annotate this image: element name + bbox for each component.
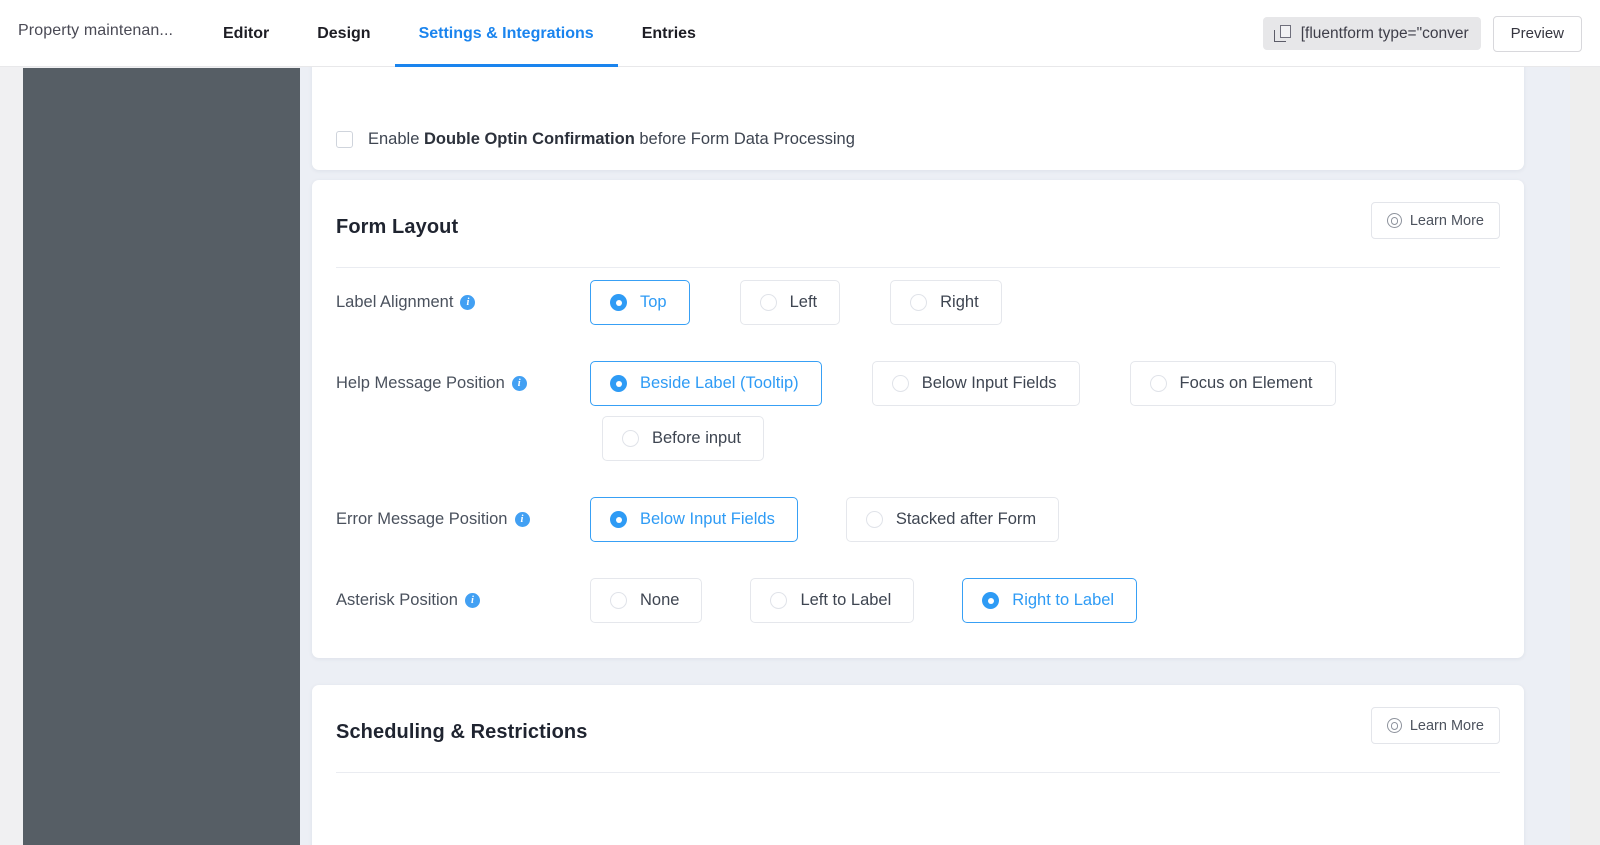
double-optin-label-suffix: before Form Data Processing: [634, 130, 855, 148]
radio-icon: [610, 375, 627, 392]
help-message-position-label: Help Message Position i: [336, 361, 590, 393]
double-optin-card: Enable Double Optin Confirmation before …: [312, 67, 1524, 170]
form-title: Property maintenan...: [18, 22, 174, 39]
option-label-alignment-top[interactable]: Top: [590, 280, 690, 325]
radio-icon: [1149, 375, 1167, 392]
scheduling-learn-more-button[interactable]: Learn More: [1370, 707, 1500, 744]
option-asterisk-right-to-label[interactable]: Right to Label: [962, 578, 1138, 623]
error-message-position-label-text: Error Message Position: [336, 510, 508, 528]
option-label: Right: [940, 293, 979, 311]
option-label: Below Input Fields: [640, 510, 775, 528]
label-alignment-options: Top Left Right: [590, 280, 1052, 335]
option-label: Below Input Fields: [921, 374, 1057, 392]
option-label: Focus on Element: [1179, 374, 1313, 392]
double-optin-label: Enable Double Optin Confirmation before …: [368, 130, 855, 149]
label-alignment-label-text: Label Alignment: [336, 293, 454, 311]
option-label: Top: [640, 293, 667, 311]
form-layout-card: Form Layout Learn More Label Alignment i: [312, 180, 1524, 658]
label-alignment-label: Label Alignment i: [336, 280, 590, 312]
main-tabs: Editor Design Settings & Integrations En…: [199, 0, 720, 67]
form-layout-learn-more-button[interactable]: Learn More: [1370, 202, 1500, 239]
radio-icon: [982, 592, 1000, 609]
setting-row-label-alignment: Label Alignment i Top Left Right: [336, 280, 1500, 335]
scheduling-title: Scheduling & Restrictions: [336, 721, 588, 743]
asterisk-position-options: None Left to Label Right to Label: [590, 578, 1185, 633]
page-body: Enable Double Optin Confirmation before …: [0, 67, 1600, 845]
info-icon[interactable]: i: [514, 512, 530, 527]
radio-icon: [610, 592, 627, 609]
scheduling-restrictions-card: Scheduling & Restrictions Learn More Max…: [312, 685, 1524, 845]
settings-content: Enable Double Optin Confirmation before …: [300, 67, 1570, 845]
double-optin-checkbox[interactable]: [336, 131, 353, 148]
scheduling-header: Scheduling & Restrictions Learn More: [336, 707, 1500, 773]
asterisk-position-label: Asterisk Position i: [336, 578, 590, 610]
info-icon[interactable]: i: [464, 593, 480, 608]
form-layout-settings: Label Alignment i Top Left Right Help Me…: [336, 280, 1500, 633]
radio-icon: [759, 294, 777, 311]
shortcode-field[interactable]: [fluentform type="conver: [1262, 17, 1481, 50]
radio-icon: [770, 592, 788, 609]
error-message-position-options: Below Input Fields Stacked after Form: [590, 497, 1107, 552]
right-rail: [1570, 67, 1600, 845]
option-label: Beside Label (Tooltip): [640, 374, 799, 392]
option-error-stacked-after-form[interactable]: Stacked after Form: [845, 497, 1060, 542]
radio-icon: [865, 511, 883, 528]
learn-more-label: Learn More: [1409, 212, 1484, 229]
option-help-beside-label[interactable]: Beside Label (Tooltip): [590, 361, 822, 406]
info-icon[interactable]: i: [460, 295, 476, 310]
top-bar: Property maintenan... Editor Design Sett…: [0, 0, 1600, 67]
asterisk-position-label-text: Asterisk Position: [336, 591, 458, 609]
option-label: Left to Label: [800, 591, 892, 609]
radio-icon: [910, 294, 928, 311]
help-message-position-label-text: Help Message Position: [336, 374, 505, 392]
double-optin-label-bold: Double Optin Confirmation: [423, 130, 635, 148]
radio-icon: [622, 430, 639, 447]
preview-button[interactable]: Preview: [1492, 15, 1582, 52]
option-error-below-input-fields[interactable]: Below Input Fields: [590, 497, 798, 542]
option-help-focus-on-element[interactable]: Focus on Element: [1129, 361, 1336, 406]
option-label-alignment-left[interactable]: Left: [739, 280, 841, 325]
tab-editor[interactable]: Editor: [199, 0, 293, 67]
top-bar-actions: [fluentform type="conver Preview: [1262, 0, 1582, 67]
tab-design[interactable]: Design: [293, 0, 394, 67]
lifebuoy-icon: [1386, 718, 1402, 733]
info-icon[interactable]: i: [511, 376, 527, 391]
option-help-before-input[interactable]: Before input: [602, 416, 764, 461]
setting-row-error-message-position: Error Message Position i Below Input Fie…: [336, 497, 1500, 552]
option-asterisk-left-to-label[interactable]: Left to Label: [750, 578, 915, 623]
form-layout-title: Form Layout: [336, 216, 459, 238]
option-help-below-input-fields[interactable]: Below Input Fields: [871, 361, 1080, 406]
form-layout-header: Form Layout Learn More: [336, 202, 1500, 268]
option-label: Stacked after Form: [895, 510, 1037, 528]
tab-settings-integrations[interactable]: Settings & Integrations: [394, 0, 618, 67]
settings-sidebar[interactable]: [23, 68, 300, 845]
error-message-position-label: Error Message Position i: [336, 497, 590, 529]
radio-icon: [610, 294, 627, 311]
learn-more-label: Learn More: [1409, 717, 1484, 734]
radio-icon: [891, 375, 909, 392]
option-label: Right to Label: [1012, 591, 1115, 609]
setting-row-help-message-position: Help Message Position i Beside Label (To…: [336, 361, 1500, 471]
setting-row-asterisk-position: Asterisk Position i None Left to Label R…: [336, 578, 1500, 633]
option-label: Before input: [652, 429, 741, 447]
double-optin-row[interactable]: Enable Double Optin Confirmation before …: [336, 130, 855, 149]
option-label-alignment-right[interactable]: Right: [890, 280, 1002, 325]
lifebuoy-icon: [1386, 213, 1402, 228]
radio-icon: [610, 511, 627, 528]
double-optin-label-prefix: Enable: [368, 130, 424, 148]
tab-entries[interactable]: Entries: [618, 0, 720, 67]
option-asterisk-none[interactable]: None: [590, 578, 703, 623]
shortcode-text: [fluentform type="conver: [1300, 24, 1469, 42]
copy-icon[interactable]: [1273, 25, 1291, 42]
option-label: None: [640, 591, 680, 609]
help-message-position-options: Beside Label (Tooltip) Below Input Field…: [590, 361, 1380, 471]
option-label: Left: [789, 293, 818, 311]
